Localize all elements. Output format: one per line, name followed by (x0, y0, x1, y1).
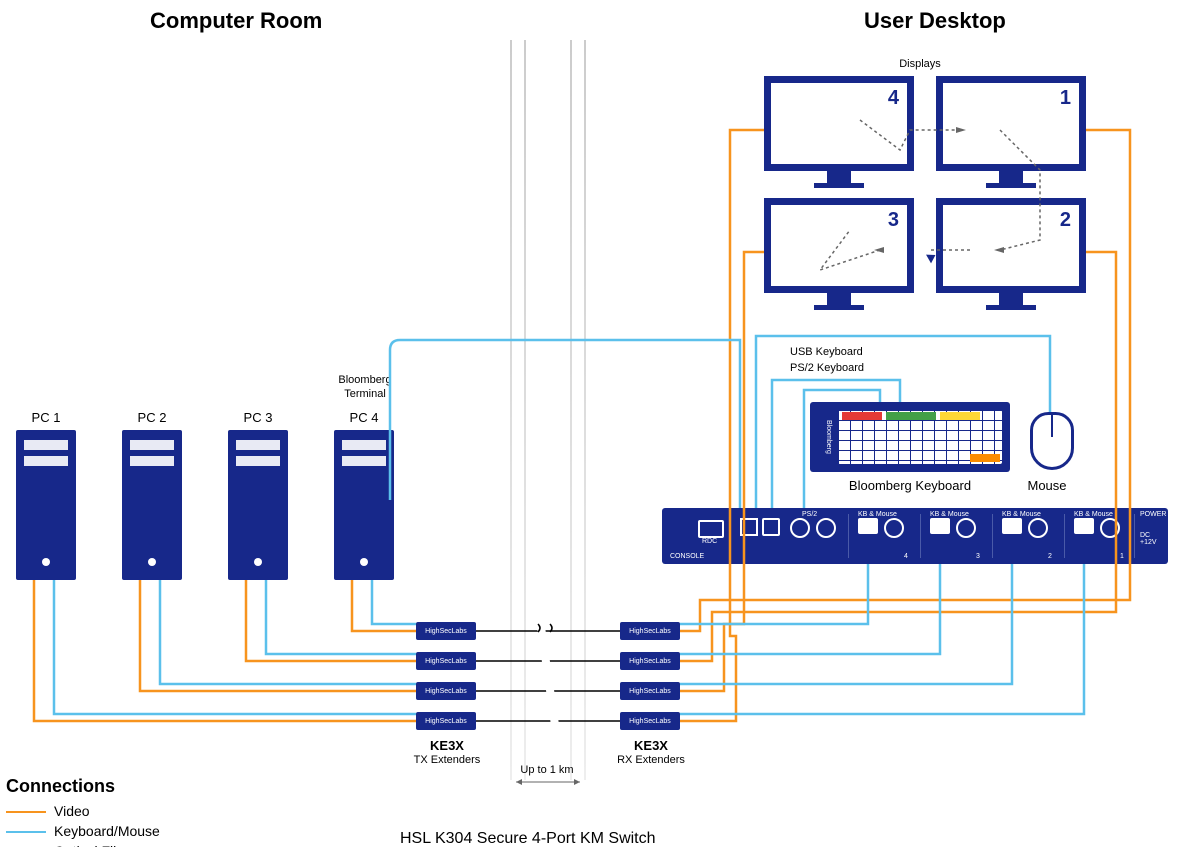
pc-2 (122, 430, 182, 580)
distance-label: Up to 1 km (512, 764, 582, 776)
rx-extender-4: HighSecLabs (620, 712, 680, 730)
pc-4-label: PC 4 (334, 410, 394, 425)
pc-1 (16, 430, 76, 580)
legend-heading: Connections (6, 776, 160, 797)
divider-2 (524, 40, 526, 780)
diagram-caption: HSL K304 Secure 4-Port KM Switch (400, 830, 656, 847)
divider-1 (510, 40, 512, 780)
tx-extender-1: HighSecLabs (416, 622, 476, 640)
mouse-icon (1030, 412, 1074, 470)
divider-4 (584, 40, 586, 780)
legend-fiber: Optical Fiber (6, 843, 160, 847)
monitor-1: 1 (936, 76, 1086, 186)
monitor-4: 4 (764, 76, 914, 186)
usb-keyboard-label: USB Keyboard (790, 346, 890, 358)
rx-model-label: KE3X (616, 738, 686, 753)
section-title-right: User Desktop (864, 8, 1006, 34)
bloomberg-terminal-l2: Terminal (320, 388, 410, 400)
monitor-3: 3 (764, 198, 914, 308)
divider-3 (570, 40, 572, 780)
legend-km: Keyboard/Mouse (6, 823, 160, 839)
displays-label: Displays (880, 58, 960, 70)
bloomberg-keyboard: Bloomberg (810, 402, 1010, 472)
tx-model-label: KE3X (412, 738, 482, 753)
pc-3-label: PC 3 (228, 410, 288, 425)
legend-video: Video (6, 803, 160, 819)
ps2-keyboard-label: PS/2 Keyboard (790, 362, 890, 374)
rx-extender-3: HighSecLabs (620, 682, 680, 700)
tx-extender-4: HighSecLabs (416, 712, 476, 730)
pc-3 (228, 430, 288, 580)
pc-1-label: PC 1 (16, 410, 76, 425)
keyboard-label: Bloomberg Keyboard (830, 478, 990, 493)
mouse-label: Mouse (1012, 478, 1082, 493)
tx-extender-3: HighSecLabs (416, 682, 476, 700)
pc-4 (334, 430, 394, 580)
section-title-left: Computer Room (150, 8, 322, 34)
rx-extender-2: HighSecLabs (620, 652, 680, 670)
rx-label: RX Extenders (606, 754, 696, 766)
tx-label: TX Extenders (402, 754, 492, 766)
rx-extender-1: HighSecLabs (620, 622, 680, 640)
pc-2-label: PC 2 (122, 410, 182, 425)
tx-extender-2: HighSecLabs (416, 652, 476, 670)
monitor-2: 2 (936, 198, 1086, 308)
diagram-canvas: { "titles": { "left": "Computer Room", "… (0, 0, 1192, 847)
legend: Connections Video Keyboard/Mouse Optical… (6, 776, 160, 847)
bloomberg-terminal-l1: Bloomberg (320, 374, 410, 386)
